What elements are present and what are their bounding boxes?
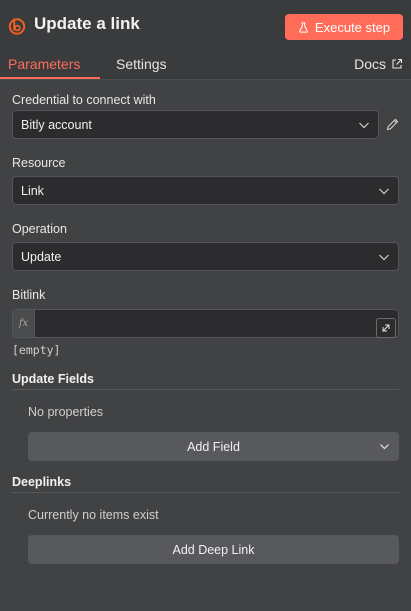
bitlink-empty-hint: [empty]: [12, 343, 61, 357]
chevron-down-icon: [379, 188, 389, 195]
deeplinks-divider: [12, 492, 399, 493]
add-deep-link-label: Add Deep Link: [172, 542, 255, 557]
active-tab-indicator: [0, 77, 100, 79]
operation-value: Update: [21, 249, 62, 264]
tab-settings[interactable]: Settings: [116, 56, 167, 72]
add-deep-link-button[interactable]: Add Deep Link: [28, 535, 399, 564]
chevron-down-icon: [359, 122, 369, 129]
resource-select[interactable]: Link: [12, 176, 399, 205]
fx-expression-toggle[interactable]: fx: [13, 310, 35, 337]
chevron-down-icon: [379, 254, 389, 261]
tab-bar: Parameters Settings Docs: [0, 52, 411, 80]
credential-value: Bitly account: [21, 117, 92, 132]
flask-icon: [299, 21, 308, 33]
node-header: Update a link Execute step: [0, 0, 411, 52]
bitlink-label: Bitlink: [12, 288, 46, 302]
add-field-button[interactable]: Add Field: [28, 432, 399, 461]
credential-select[interactable]: Bitly account: [12, 110, 379, 139]
execute-step-label: Execute step: [314, 19, 391, 35]
deeplinks-empty-text: Currently no items exist: [28, 508, 159, 522]
bitlink-input[interactable]: fx: [12, 309, 399, 338]
update-fields-empty-text: No properties: [28, 405, 104, 419]
external-link-icon: [392, 58, 403, 69]
operation-select[interactable]: Update: [12, 242, 399, 271]
resource-value: Link: [21, 183, 44, 198]
bitly-logo-icon: [8, 18, 26, 35]
tab-parameters[interactable]: Parameters: [8, 56, 80, 72]
docs-label: Docs: [354, 56, 386, 72]
update-fields-title: Update Fields: [12, 372, 94, 386]
edit-credential-pencil-icon[interactable]: [385, 117, 400, 132]
credential-label: Credential to connect with: [12, 93, 156, 107]
add-field-label: Add Field: [187, 439, 240, 454]
chevron-down-icon: [380, 444, 389, 450]
open-expression-editor-button[interactable]: [376, 318, 396, 338]
update-fields-divider: [12, 389, 399, 390]
resource-label: Resource: [12, 156, 66, 170]
docs-link[interactable]: Docs: [354, 56, 403, 72]
deeplinks-title: Deeplinks: [12, 475, 72, 489]
execute-step-button[interactable]: Execute step: [285, 14, 403, 40]
operation-label: Operation: [12, 222, 67, 236]
expand-icon: [382, 324, 390, 332]
node-title[interactable]: Update a link: [34, 14, 140, 34]
